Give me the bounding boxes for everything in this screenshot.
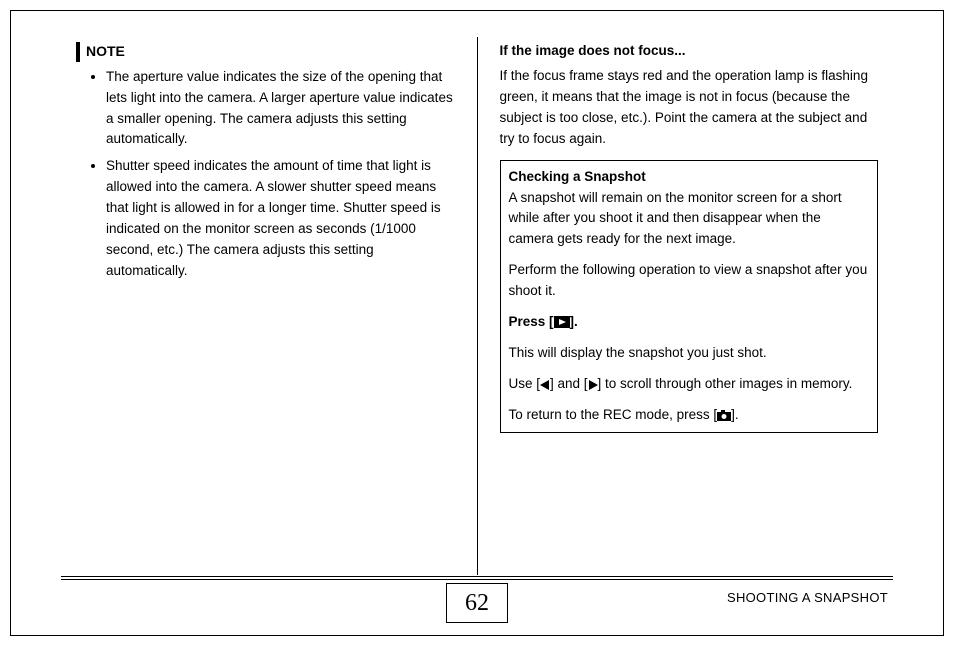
p5-pre: To return to the REC mode, press [ [509,407,718,422]
left-triangle-icon [540,380,550,390]
p4-post: ] to scroll through other images in memo… [598,376,853,391]
box-p3: This will display the snapshot you just … [509,343,870,364]
page-frame: NOTE The aperture value indicates the si… [10,10,944,636]
press-line: Press []. [509,312,870,333]
camera-icon [717,410,731,421]
box-title: Checking a Snapshot [509,169,646,184]
section-title: SHOOTING A SNAPSHOT [727,590,888,605]
page-number: 62 [446,583,508,623]
focus-heading: If the image does not focus... [500,41,879,62]
box-p2: Perform the following operation to view … [509,260,870,302]
note-list: The aperture value indicates the size of… [86,67,455,282]
p4-pre: Use [ [509,376,541,391]
return-line: To return to the REC mode, press []. [509,405,870,426]
note-bullet: The aperture value indicates the size of… [106,67,455,151]
right-column: If the image does not focus... If the fo… [478,41,894,575]
p4-mid: ] and [ [550,376,588,391]
focus-paragraph: If the focus frame stays red and the ope… [500,66,879,150]
checking-snapshot-box: Checking a Snapshot A snapshot will rema… [500,160,879,433]
content-area: NOTE The aperture value indicates the si… [61,41,893,575]
play-rect-icon [554,316,570,328]
p5-post: ]. [731,407,739,422]
box-intro: Checking a Snapshot A snapshot will rema… [509,167,870,251]
press-pre: Press [ [509,314,554,329]
note-bullet: Shutter speed indicates the amount of ti… [106,156,455,282]
box-p1: A snapshot will remain on the monitor sc… [509,190,842,247]
right-triangle-icon [588,380,598,390]
left-column: NOTE The aperture value indicates the si… [61,41,477,575]
note-header: NOTE [76,41,455,63]
note-label: NOTE [86,41,125,63]
note-bar-icon [76,42,80,62]
footer-rule [61,576,893,580]
scroll-line: Use [ ] and [ ] to scroll through other im… [509,374,870,395]
press-post: ]. [570,314,578,329]
